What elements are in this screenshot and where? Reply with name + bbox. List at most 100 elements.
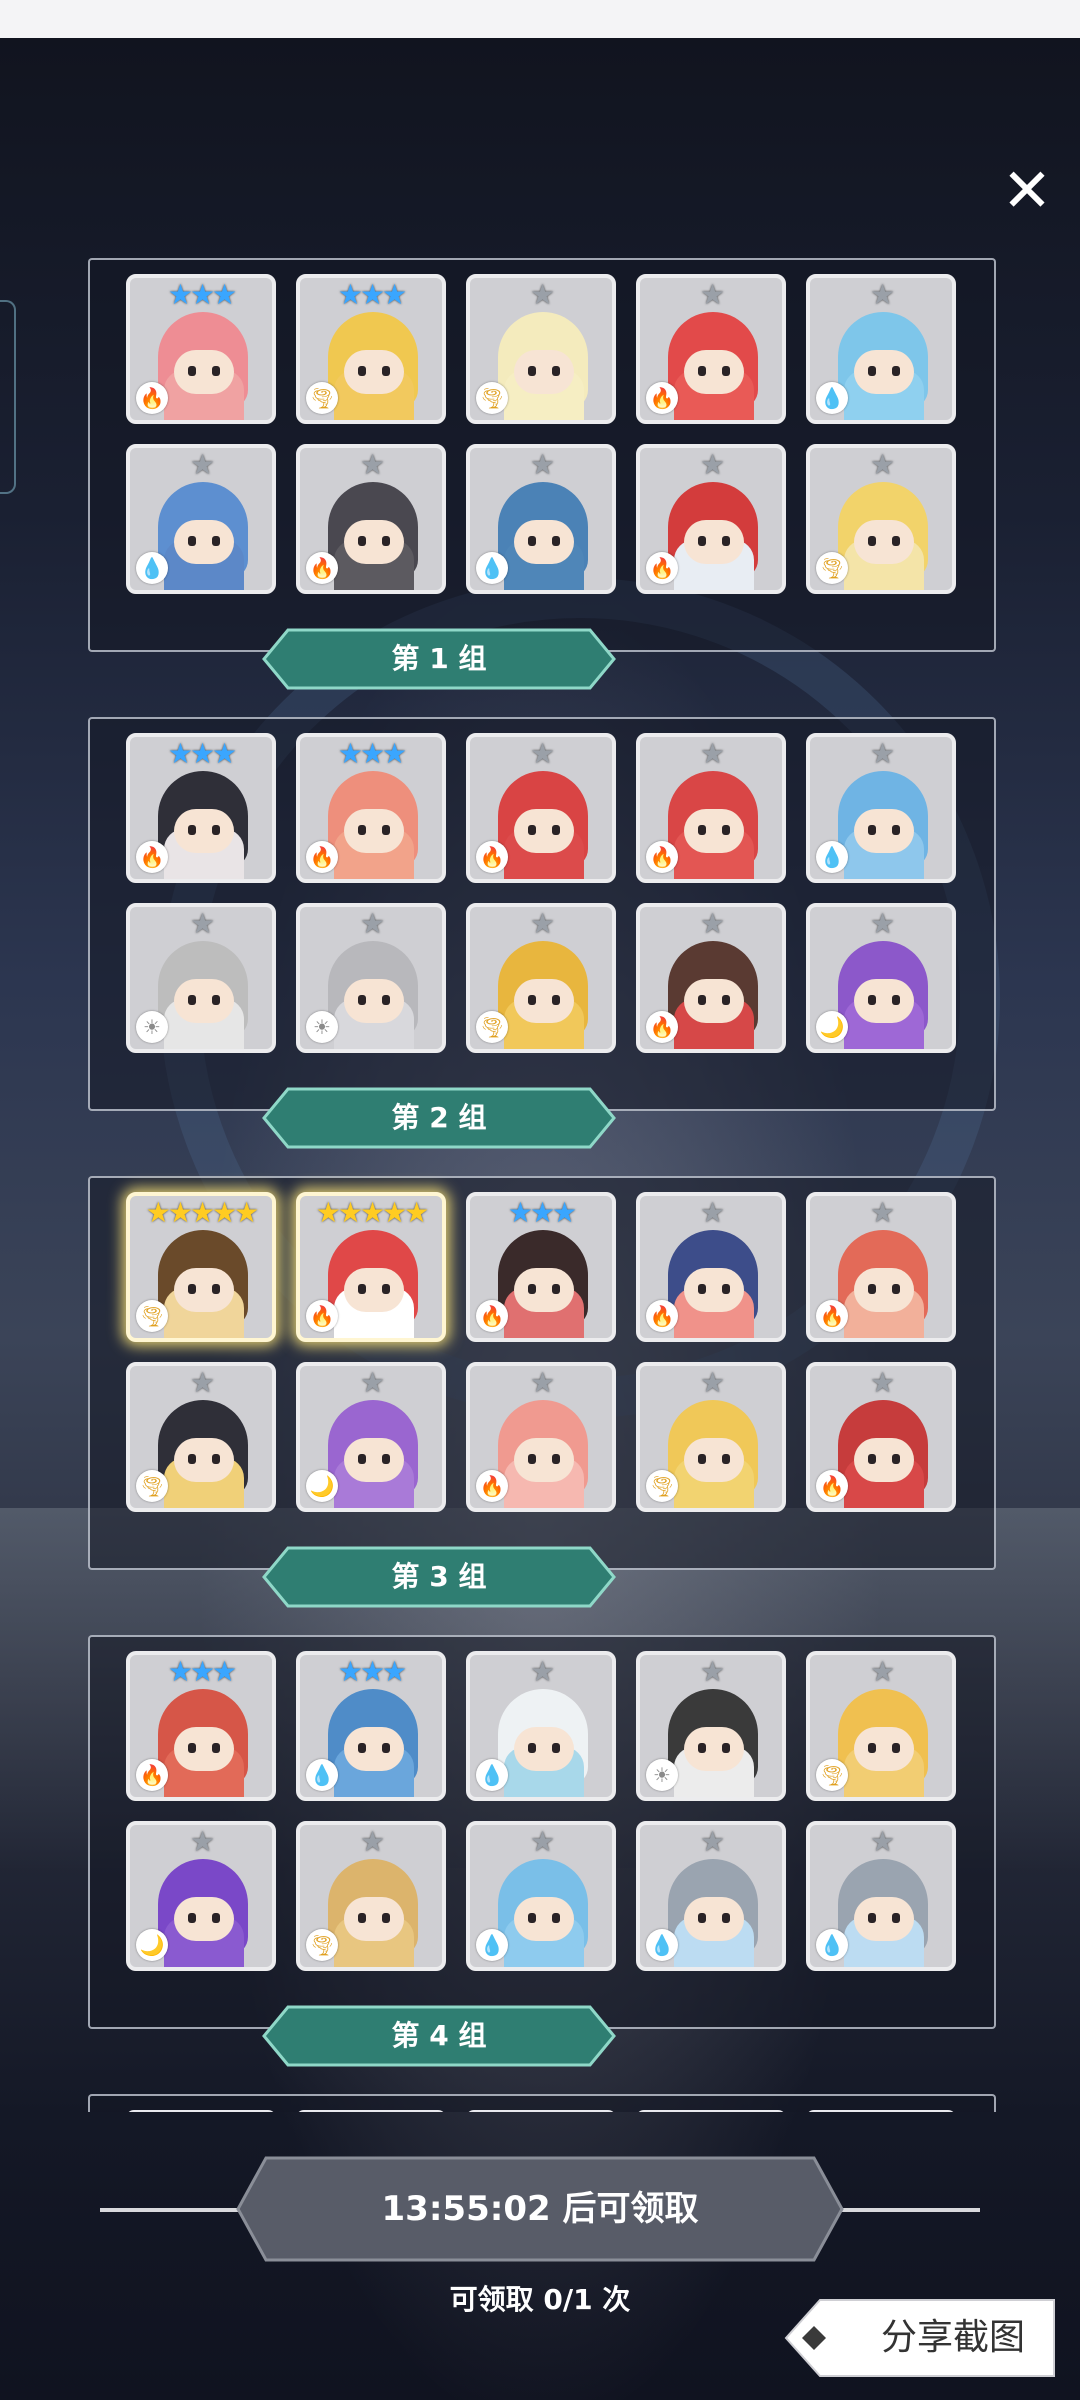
group-label: 第 3 组 (391, 1560, 487, 1593)
hero-card[interactable]: ★ 💧 (636, 1821, 786, 1971)
star-rating: ★★★ (337, 1655, 407, 1688)
hero-group: ★★★ 🔥 ★★★ 🔥 ★ 🔥 ★ 🔥 ★ 💧 ★ ☀ ★ ☀ ★ 🌪 ★ 🔥 ★ 🌙 (88, 717, 996, 1111)
hero-face (854, 979, 914, 1023)
hero-eye (892, 536, 900, 546)
star-rating: ★★★ (337, 278, 407, 311)
hero-card[interactable]: ★ ☀ (636, 1651, 786, 1801)
hero-card[interactable]: ★ 💧 (466, 444, 616, 594)
group-list[interactable]: ★★★ 🔥 ★★★ 🌪 ★ 🌪 ★ 🔥 ★ 💧 ★ 💧 ★ 🔥 ★ 💧 ★ 🔥 ★ 🌪 第 1 组 ★★★ 🔥 ★★★ 🔥 ★ 🔥 ★… (0, 250, 1080, 2112)
fire-element-icon: 🔥 (646, 552, 678, 584)
hero-card[interactable]: ★ 🔥 (636, 903, 786, 1053)
star-rating: ★ (699, 278, 725, 311)
hero-face (854, 1268, 914, 1312)
hero-card[interactable]: ★ 🔥 (636, 444, 786, 594)
hero-eye (698, 536, 706, 546)
hero-card[interactable]: ★ 🔥 (296, 444, 446, 594)
hero-card[interactable]: ★ 🌙 (806, 903, 956, 1053)
hero-card[interactable]: ★ 💧 (126, 444, 276, 594)
star-rating: ★★★★★ (315, 1196, 430, 1229)
star-rating: ★ (869, 1655, 895, 1688)
hero-card[interactable]: ★ 🌪 (636, 1362, 786, 1512)
hero-card[interactable]: ★ 🌪 (466, 274, 616, 424)
close-icon[interactable]: ✕ (996, 160, 1058, 222)
star-rating: ★★★ (167, 1655, 237, 1688)
hero-card[interactable]: ★★★ 🔥 (126, 1651, 276, 1801)
hero-eye (892, 1743, 900, 1753)
hero-card[interactable]: ★ 🌪 (126, 1362, 276, 1512)
hero-eye (868, 1743, 876, 1753)
wind-element-icon: 🌪 (136, 1470, 168, 1502)
fire-element-icon: 🔥 (306, 1300, 338, 1332)
wind-element-icon: 🌪 (136, 1300, 168, 1332)
star-rating: ★★★ (507, 1196, 577, 1229)
hero-face (344, 520, 404, 564)
hero-face (684, 809, 744, 853)
hero-card[interactable]: ★ 🔥 (636, 274, 786, 424)
hero-eye (212, 1913, 220, 1923)
hero-eye (552, 1454, 560, 1464)
hero-face (174, 350, 234, 394)
star-rating: ★ (699, 1196, 725, 1229)
hero-eye (212, 366, 220, 376)
hero-card[interactable]: ★ ☀ (126, 903, 276, 1053)
hero-card[interactable]: ★ 🔥 (806, 1362, 956, 1512)
hero-card[interactable]: ★★★ 🔥 (126, 733, 276, 883)
hero-card[interactable]: ★ 🌙 (126, 1821, 276, 1971)
hero-card[interactable]: ★ 🌙 (296, 1362, 446, 1512)
hero-eye (358, 1913, 366, 1923)
hero-card[interactable]: ★ 🔥 (806, 1192, 956, 1342)
group-label: 第 1 组 (391, 642, 487, 675)
timer-banner: 13:55:02 后可领取 (236, 2156, 844, 2262)
star-rating: ★ (529, 737, 555, 770)
hero-card[interactable]: ★ 🔥 (636, 1192, 786, 1342)
hero-card[interactable]: ★ 💧 (466, 1821, 616, 1971)
star-rating: ★★★ (337, 737, 407, 770)
star-rating: ★ (699, 1655, 725, 1688)
hero-eye (188, 1743, 196, 1753)
hero-eye (358, 366, 366, 376)
hero-card[interactable]: ★★★ 💧 (296, 1651, 446, 1801)
hero-card[interactable] (806, 2110, 956, 2112)
hero-card[interactable] (296, 2110, 446, 2112)
hero-card[interactable]: ★ 🔥 (466, 1362, 616, 1512)
hero-group: ★★★ 🔥 ★★★ 💧 ★ 💧 ★ ☀ ★ 🌪 ★ 🌙 ★ 🌪 ★ 💧 ★ 💧 ★ 💧 (88, 1635, 996, 2029)
wind-element-icon: 🌪 (306, 1929, 338, 1961)
hero-eye (212, 1284, 220, 1294)
wind-element-icon: 🌪 (476, 1011, 508, 1043)
hero-card[interactable]: ★ 💧 (806, 1821, 956, 1971)
hero-card[interactable]: ★ 🌪 (806, 1651, 956, 1801)
hero-card[interactable]: ★ 🔥 (636, 733, 786, 883)
hero-card[interactable]: ★★★★★ 🌪 (126, 1192, 276, 1342)
hero-card[interactable]: ★★★ 🔥 (296, 733, 446, 883)
hero-card[interactable] (126, 2110, 276, 2112)
hero-card[interactable]: ★ ☀ (296, 903, 446, 1053)
hero-card[interactable]: ★ 🌪 (296, 1821, 446, 1971)
hero-eye (722, 1284, 730, 1294)
hero-face (854, 809, 914, 853)
star-rating: ★ (699, 907, 725, 940)
hero-eye (892, 1454, 900, 1464)
star-rating: ★ (869, 1366, 895, 1399)
hero-card[interactable]: ★ 🌪 (466, 903, 616, 1053)
hero-card[interactable]: ★ 💧 (806, 274, 956, 424)
hero-card[interactable]: ★ 🌪 (806, 444, 956, 594)
hero-card[interactable]: ★ 🔥 (466, 733, 616, 883)
hero-card[interactable]: ★ 💧 (806, 733, 956, 883)
hero-card[interactable]: ★★★ 🔥 (126, 274, 276, 424)
hero-face (174, 1897, 234, 1941)
hero-eye (358, 1743, 366, 1753)
hero-card[interactable]: ★★★★★ 🔥 (296, 1192, 446, 1342)
hero-eye (188, 536, 196, 546)
hero-card[interactable]: ★ 💧 (466, 1651, 616, 1801)
hero-card[interactable]: ★★★ 🌪 (296, 274, 446, 424)
hero-face (344, 979, 404, 1023)
share-screenshot-button[interactable]: 分享截图 (780, 2298, 1056, 2378)
hero-card[interactable]: ★★★ 🔥 (466, 1192, 616, 1342)
water-element-icon: 💧 (816, 382, 848, 414)
status-bar (0, 0, 1080, 38)
star-rating: ★ (699, 1366, 725, 1399)
hero-card[interactable] (636, 2110, 786, 2112)
hero-card[interactable] (466, 2110, 616, 2112)
fire-element-icon: 🔥 (646, 382, 678, 414)
timer-line-right (830, 2208, 980, 2212)
